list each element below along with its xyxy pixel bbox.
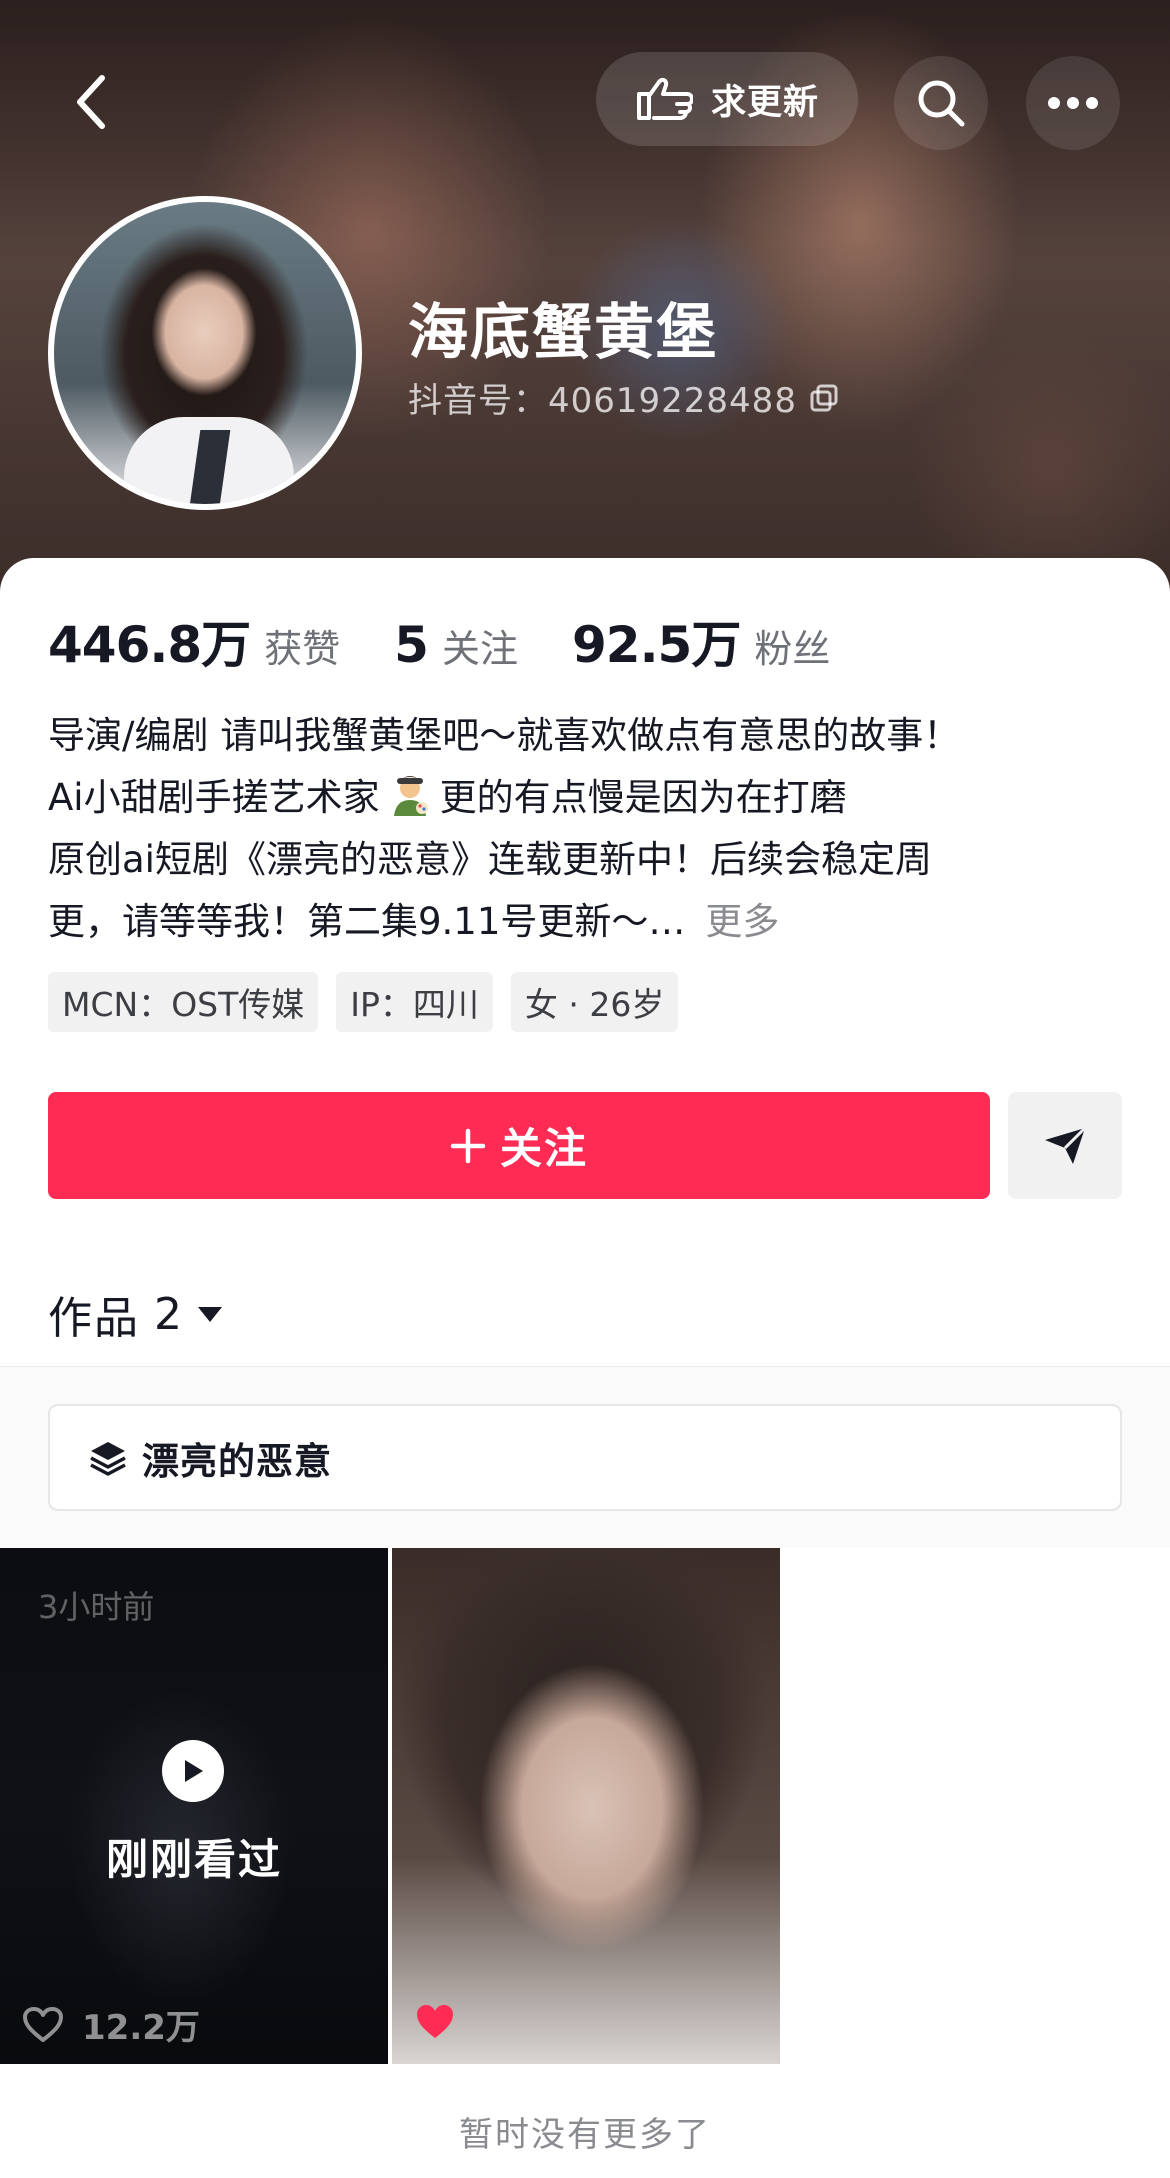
works-label: 作品	[48, 1293, 140, 1344]
works-tab[interactable]: 作品 2	[48, 1282, 224, 1346]
bio[interactable]: 导演/编剧 请叫我蟹黄堡吧～就喜欢做点有意思的故事！ Ai小甜剧手搓艺术家 更的…	[48, 705, 1128, 953]
layers-icon	[90, 1441, 126, 1476]
play-icon	[162, 1740, 224, 1802]
back-icon	[77, 75, 105, 129]
more-options-button[interactable]	[1026, 56, 1120, 150]
bio-line-3: 原创ai短剧《漂亮的恶意》连载更新中！后续会稳定周	[48, 838, 932, 881]
bio-line-2: Ai小甜剧手搓艺术家 更的有点慢是因为在打磨	[48, 767, 1128, 829]
works-count: 2	[154, 1288, 182, 1340]
tag-gender-age: 女 · 26岁	[510, 972, 679, 1032]
video-2-likes	[414, 2003, 456, 2045]
likes-count: 446.8万	[48, 616, 251, 674]
back-button[interactable]	[62, 72, 122, 132]
search-button[interactable]	[894, 56, 988, 150]
avatar[interactable]	[48, 196, 362, 510]
stats-row: 446.8万 获赞 5 关注 92.5万 粉丝	[48, 605, 884, 677]
caret-down-icon	[198, 1307, 222, 1322]
bio-line-4-text: 更，请等等我！第二集9.11号更新～…	[48, 900, 686, 943]
follow-label: 关注	[499, 1124, 588, 1173]
request-update-label: 求更新	[710, 82, 819, 123]
more-dots-icon	[1048, 97, 1098, 109]
following-stat[interactable]: 5 关注	[394, 616, 518, 674]
follow-button[interactable]: 关注	[48, 1092, 990, 1199]
bio-line-2-text-b: 更的有点慢是因为在打磨	[439, 776, 847, 819]
collection-button[interactable]: 漂亮的恶意	[48, 1404, 1122, 1511]
bio-line-1: 导演/编剧 请叫我蟹黄堡吧～就喜欢做点有意思的故事！	[48, 714, 961, 757]
heart-filled-icon	[417, 2005, 453, 2038]
video-1-time-ago: 3小时前	[38, 1588, 155, 1626]
douyin-id-row[interactable]: 抖音号：40619228488	[408, 373, 839, 422]
bio-more-link[interactable]: 更多	[705, 900, 779, 943]
message-button[interactable]	[1008, 1092, 1122, 1199]
likes-label: 获赞	[264, 627, 341, 671]
followers-count: 92.5万	[571, 616, 741, 674]
followers-label: 粉丝	[754, 627, 831, 671]
heart-outline-icon	[23, 2006, 63, 2042]
search-icon	[918, 80, 965, 127]
tag-ip-location: IP：四川	[336, 972, 493, 1032]
bio-line-4: 更，请等等我！第二集9.11号更新～… 更多	[48, 891, 1128, 953]
followers-stat[interactable]: 92.5万 粉丝	[572, 605, 830, 677]
likes-stat[interactable]: 446.8万 获赞	[48, 605, 340, 677]
tag-mcn[interactable]: MCN：OST传媒	[48, 972, 319, 1032]
following-count: 5	[394, 616, 429, 674]
plus-icon	[450, 1128, 486, 1163]
profile-tags: MCN：OST传媒 IP：四川 女 · 26岁	[48, 972, 679, 1032]
video-thumbnail-2[interactable]	[392, 1548, 780, 2064]
display-name: 海底蟹黄堡	[408, 298, 718, 368]
paper-plane-icon	[1045, 1126, 1087, 1164]
no-more-content-note: 暂时没有更多了	[459, 2115, 711, 2155]
pointing-hand-icon	[636, 77, 693, 120]
video-1-watched-label: 刚刚看过	[105, 1835, 282, 1884]
video-1-likes-count: 12.2万	[82, 2008, 200, 2048]
request-update-button[interactable]: 求更新	[596, 52, 858, 146]
artist-emoji-icon	[393, 776, 428, 816]
collection-label: 漂亮的恶意	[142, 1439, 332, 1483]
following-label: 关注	[441, 627, 518, 671]
bio-line-2-text-a: Ai小甜剧手搓艺术家	[48, 776, 380, 819]
video-1-likes: 12.2万	[22, 2000, 200, 2049]
douyin-id: 抖音号：40619228488	[408, 381, 797, 421]
copy-icon[interactable]	[809, 383, 839, 413]
